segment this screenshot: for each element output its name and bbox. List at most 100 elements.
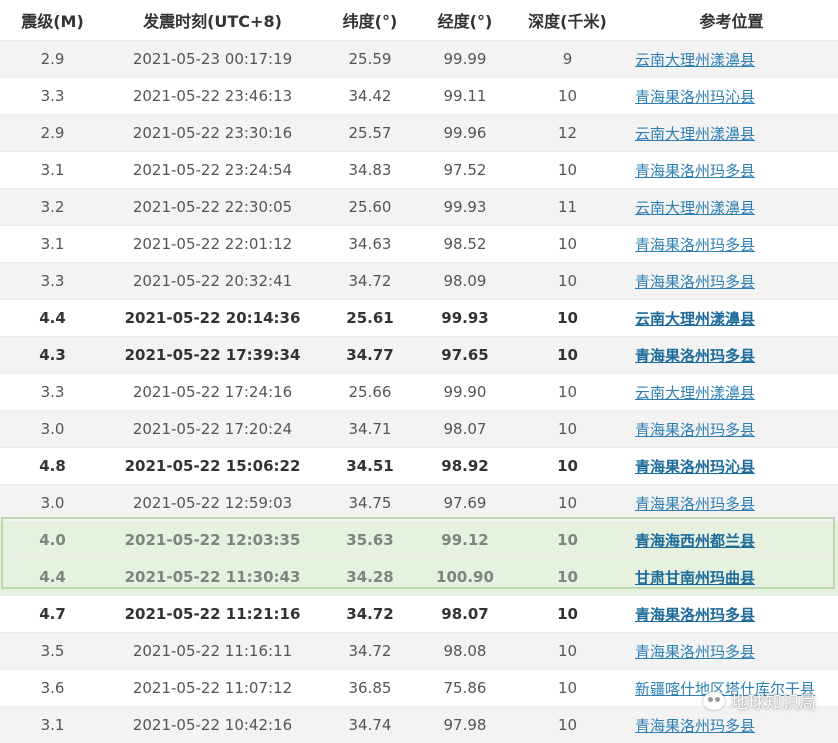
cell-time: 2021-05-22 17:20:24 <box>105 411 320 448</box>
cell-longitude: 98.92 <box>420 448 510 485</box>
cell-longitude: 98.07 <box>420 596 510 633</box>
cell-depth: 10 <box>510 263 625 300</box>
location-link[interactable]: 青海果洛州玛多县 <box>635 273 755 291</box>
table-row: 2.92021-05-23 00:17:1925.5999.999云南大理州漾濞… <box>0 41 838 78</box>
header-latitude[interactable]: 纬度(°) <box>320 0 420 41</box>
location-link[interactable]: 青海果洛州玛多县 <box>635 347 755 365</box>
cell-longitude: 98.52 <box>420 226 510 263</box>
location-link[interactable]: 云南大理州漾濞县 <box>635 199 755 217</box>
cell-latitude: 34.63 <box>320 226 420 263</box>
cell-depth: 10 <box>510 78 625 115</box>
cell-time: 2021-05-22 22:30:05 <box>105 189 320 226</box>
location-link[interactable]: 云南大理州漾濞县 <box>635 384 755 402</box>
cell-magnitude: 4.3 <box>0 337 105 374</box>
location-link[interactable]: 青海海西州都兰县 <box>635 532 755 550</box>
cell-location: 青海果洛州玛多县 <box>625 596 838 633</box>
cell-latitude: 34.72 <box>320 596 420 633</box>
location-link[interactable]: 青海果洛州玛多县 <box>635 606 755 624</box>
cell-time: 2021-05-22 12:03:35 <box>105 522 320 559</box>
table-row: 3.52021-05-22 11:16:1134.7298.0810青海果洛州玛… <box>0 633 838 670</box>
cell-location: 云南大理州漾濞县 <box>625 115 838 152</box>
cell-magnitude: 3.3 <box>0 374 105 411</box>
header-location[interactable]: 参考位置 <box>625 0 838 41</box>
cell-location: 青海果洛州玛沁县 <box>625 448 838 485</box>
table-row: 3.02021-05-22 12:59:0334.7597.6910青海果洛州玛… <box>0 485 838 522</box>
location-link[interactable]: 青海果洛州玛多县 <box>635 495 755 513</box>
header-longitude[interactable]: 经度(°) <box>420 0 510 41</box>
location-link[interactable]: 青海果洛州玛多县 <box>635 643 755 661</box>
header-time[interactable]: 发震时刻(UTC+8) <box>105 0 320 41</box>
cell-depth: 12 <box>510 115 625 152</box>
cell-location: 青海果洛州玛多县 <box>625 226 838 263</box>
cell-longitude: 99.90 <box>420 374 510 411</box>
cell-time: 2021-05-22 20:14:36 <box>105 300 320 337</box>
cell-latitude: 34.28 <box>320 559 420 596</box>
location-link[interactable]: 青海果洛州玛多县 <box>635 236 755 254</box>
cell-time: 2021-05-22 17:24:16 <box>105 374 320 411</box>
location-link[interactable]: 青海果洛州玛多县 <box>635 162 755 180</box>
cell-longitude: 98.09 <box>420 263 510 300</box>
location-link[interactable]: 甘肃甘南州玛曲县 <box>635 569 755 587</box>
cell-location: 青海果洛州玛多县 <box>625 152 838 189</box>
cell-longitude: 99.93 <box>420 189 510 226</box>
cell-magnitude: 4.7 <box>0 596 105 633</box>
cell-time: 2021-05-22 23:30:16 <box>105 115 320 152</box>
cell-longitude: 97.65 <box>420 337 510 374</box>
cell-depth: 10 <box>510 559 625 596</box>
cell-magnitude: 3.5 <box>0 633 105 670</box>
cell-location: 云南大理州漾濞县 <box>625 41 838 78</box>
cell-time: 2021-05-22 22:01:12 <box>105 226 320 263</box>
cell-longitude: 75.86 <box>420 670 510 707</box>
cell-location: 青海果洛州玛沁县 <box>625 78 838 115</box>
cell-latitude: 25.57 <box>320 115 420 152</box>
location-link[interactable]: 云南大理州漾濞县 <box>635 51 755 69</box>
location-link[interactable]: 云南大理州漾濞县 <box>635 310 755 328</box>
table-row: 4.42021-05-22 11:30:4334.28100.9010甘肃甘南州… <box>0 559 838 596</box>
table-row: 3.32021-05-22 23:46:1334.4299.1110青海果洛州玛… <box>0 78 838 115</box>
table-row: 3.02021-05-22 17:20:2434.7198.0710青海果洛州玛… <box>0 411 838 448</box>
cell-magnitude: 2.9 <box>0 41 105 78</box>
cell-location: 青海果洛州玛多县 <box>625 411 838 448</box>
cell-longitude: 97.98 <box>420 707 510 743</box>
watermark: 地球知识局 <box>703 688 816 713</box>
cell-depth: 11 <box>510 189 625 226</box>
cell-time: 2021-05-22 10:42:16 <box>105 707 320 743</box>
cell-location: 甘肃甘南州玛曲县 <box>625 559 838 596</box>
cell-latitude: 34.77 <box>320 337 420 374</box>
cell-depth: 10 <box>510 670 625 707</box>
cell-longitude: 97.69 <box>420 485 510 522</box>
header-magnitude[interactable]: 震级(M) <box>0 0 105 41</box>
cell-depth: 10 <box>510 152 625 189</box>
table-row: 3.22021-05-22 22:30:0525.6099.9311云南大理州漾… <box>0 189 838 226</box>
table-row: 4.42021-05-22 20:14:3625.6199.9310云南大理州漾… <box>0 300 838 337</box>
cell-latitude: 25.60 <box>320 189 420 226</box>
cell-magnitude: 3.3 <box>0 263 105 300</box>
watermark-text: 地球知识局 <box>731 688 816 713</box>
table-row: 4.72021-05-22 11:21:1634.7298.0710青海果洛州玛… <box>0 596 838 633</box>
cell-location: 云南大理州漾濞县 <box>625 300 838 337</box>
cell-depth: 10 <box>510 633 625 670</box>
header-depth[interactable]: 深度(千米) <box>510 0 625 41</box>
cell-magnitude: 4.4 <box>0 559 105 596</box>
location-link[interactable]: 青海果洛州玛多县 <box>635 421 755 439</box>
cell-time: 2021-05-22 15:06:22 <box>105 448 320 485</box>
location-link[interactable]: 青海果洛州玛沁县 <box>635 458 755 476</box>
cell-latitude: 34.74 <box>320 707 420 743</box>
cell-longitude: 99.99 <box>420 41 510 78</box>
cell-magnitude: 4.8 <box>0 448 105 485</box>
cell-depth: 10 <box>510 300 625 337</box>
cell-longitude: 98.07 <box>420 411 510 448</box>
cell-time: 2021-05-22 12:59:03 <box>105 485 320 522</box>
table-row: 4.82021-05-22 15:06:2234.5198.9210青海果洛州玛… <box>0 448 838 485</box>
location-link[interactable]: 云南大理州漾濞县 <box>635 125 755 143</box>
location-link[interactable]: 青海果洛州玛多县 <box>635 717 755 735</box>
cell-latitude: 36.85 <box>320 670 420 707</box>
cell-magnitude: 3.0 <box>0 485 105 522</box>
cell-depth: 10 <box>510 448 625 485</box>
cell-location: 青海果洛州玛多县 <box>625 263 838 300</box>
cell-location: 青海果洛州玛多县 <box>625 485 838 522</box>
cell-magnitude: 4.0 <box>0 522 105 559</box>
cell-time: 2021-05-22 23:46:13 <box>105 78 320 115</box>
cell-latitude: 34.72 <box>320 263 420 300</box>
location-link[interactable]: 青海果洛州玛沁县 <box>635 88 755 106</box>
